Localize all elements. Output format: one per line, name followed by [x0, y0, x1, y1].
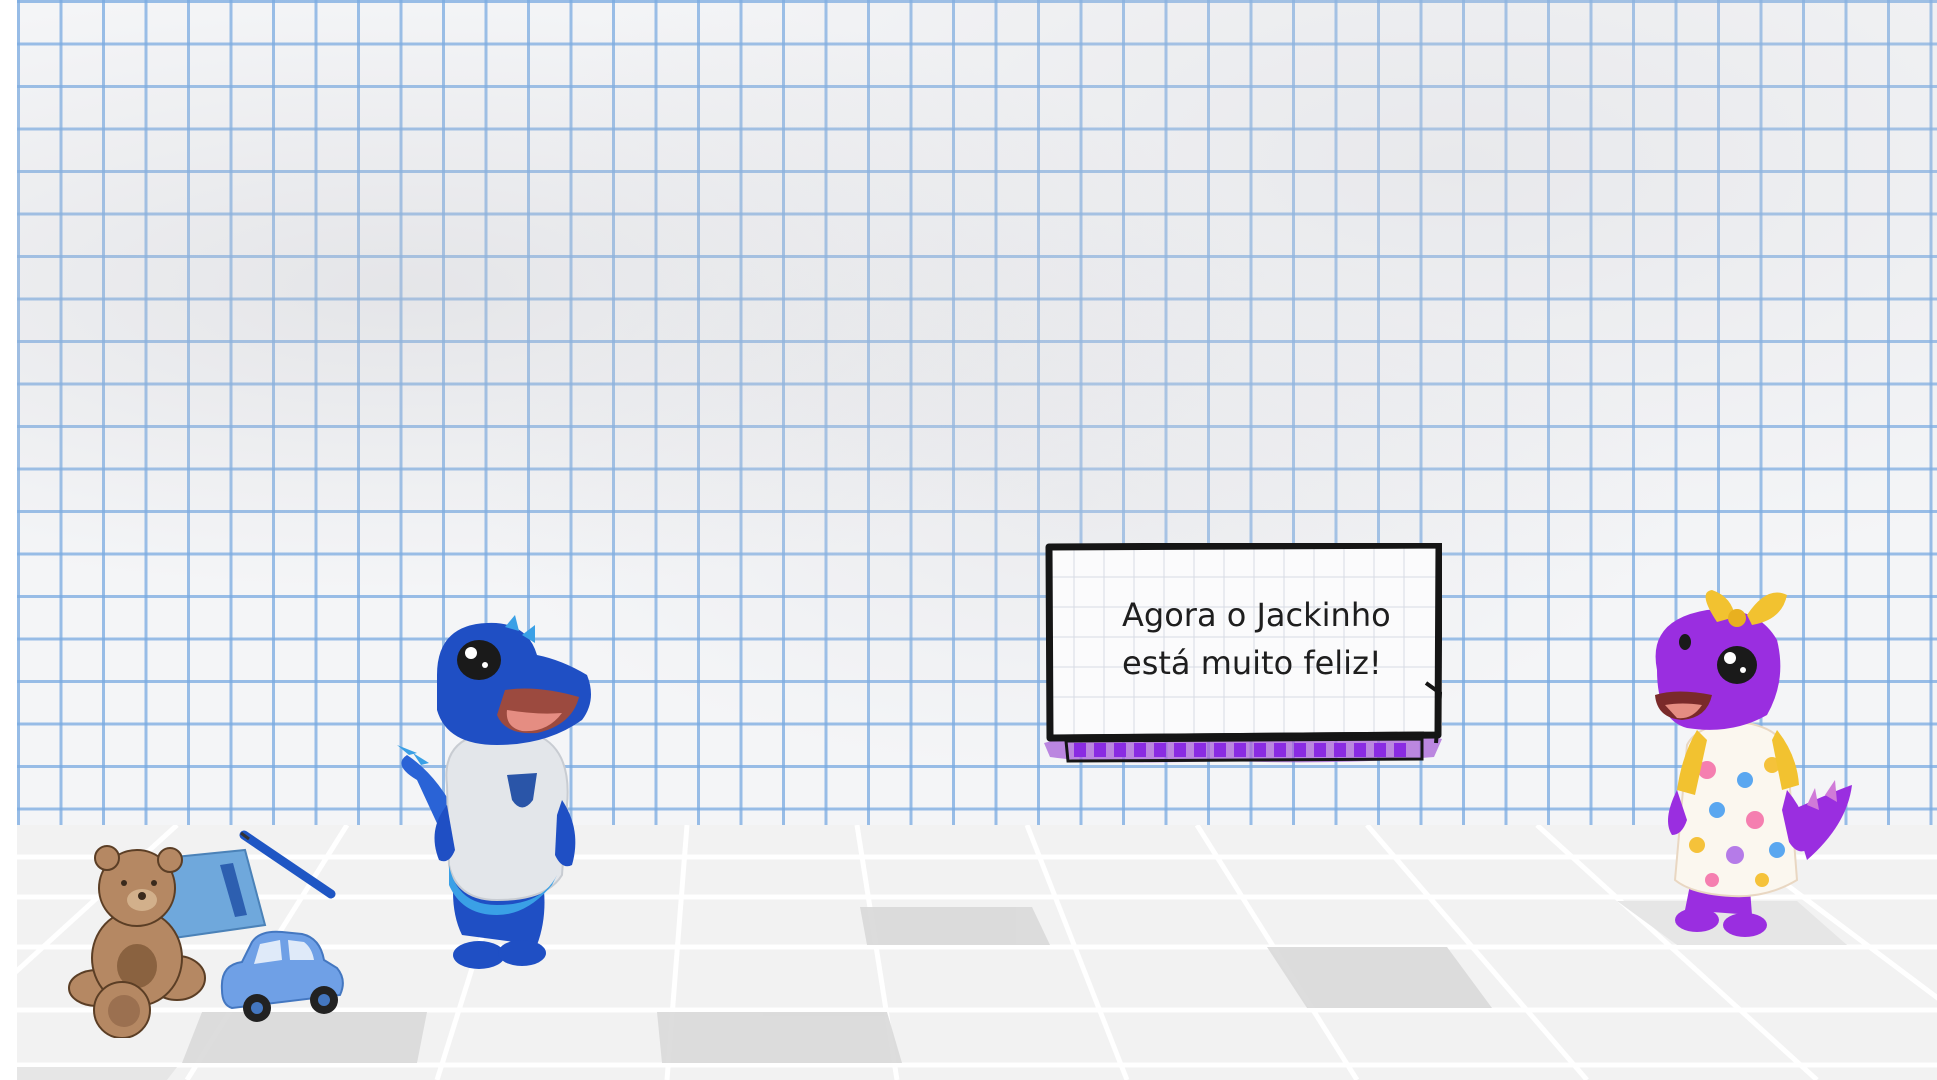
purple-dinosaur	[1637, 580, 1867, 954]
toy-car	[212, 920, 352, 1034]
teddy-bear	[62, 838, 212, 1042]
game-scene: Agora o Jackinho está muito feliz!	[17, 0, 1937, 1080]
dialogue-text: Agora o Jackinho está muito feliz!	[1122, 596, 1391, 682]
dialogue-box: Agora o Jackinho está muito feliz!	[1044, 543, 1442, 767]
pencil	[239, 830, 339, 904]
blue-dinosaur	[387, 615, 607, 979]
